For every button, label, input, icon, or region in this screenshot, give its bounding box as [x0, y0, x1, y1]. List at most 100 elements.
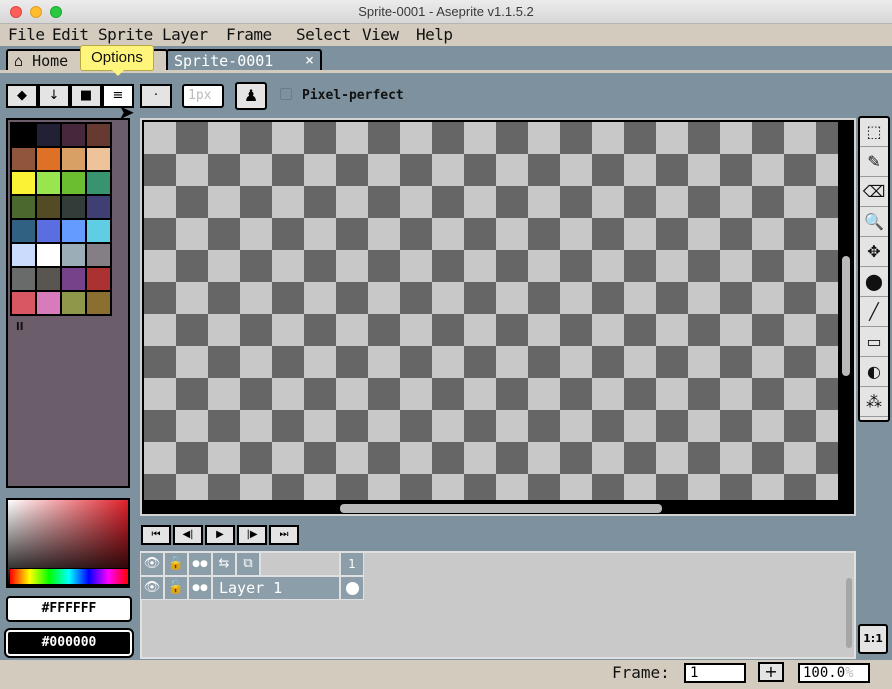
palette-swatch[interactable]	[36, 147, 61, 171]
menu-frame[interactable]: Frame	[226, 25, 272, 44]
minimize-window-button[interactable]	[30, 6, 42, 18]
palette-swatch[interactable]	[11, 147, 36, 171]
pencil-icon[interactable]: ✎	[860, 148, 888, 177]
next-frame-button[interactable]: |▶	[237, 525, 267, 545]
line-icon[interactable]: ╱	[860, 298, 888, 327]
palette-swatch[interactable]	[11, 171, 36, 195]
palette-swatch[interactable]	[86, 267, 111, 291]
palette-swatch[interactable]	[61, 123, 86, 147]
pixel-perfect-checkbox[interactable]	[280, 88, 292, 100]
palette-swatch[interactable]	[36, 195, 61, 219]
palette-swatch[interactable]	[86, 219, 111, 243]
layer-lock-icon[interactable]: 🔓	[164, 576, 188, 600]
palette-swatch[interactable]	[36, 291, 61, 315]
onion-skin-icon[interactable]: ⧉	[236, 552, 260, 576]
paint-bucket-icon[interactable]: ⬤	[860, 268, 888, 297]
palette-swatch[interactable]	[61, 243, 86, 267]
rectangle-icon[interactable]: ▭	[860, 328, 888, 357]
palette-swatch[interactable]	[36, 267, 61, 291]
home-icon: ⌂	[14, 52, 24, 70]
continuous-header-icon[interactable]: ●●	[188, 552, 212, 576]
mouse-cursor-icon: ➤	[118, 100, 135, 124]
layer-visibility-icon[interactable]: 👁	[140, 576, 164, 600]
maximize-window-button[interactable]	[50, 6, 62, 18]
selection-add-button[interactable]: ↓	[38, 84, 70, 108]
palette-swatch[interactable]	[61, 267, 86, 291]
close-window-button[interactable]	[10, 6, 22, 18]
palette-swatch[interactable]	[86, 195, 111, 219]
rectangular-marquee-icon[interactable]: ⬚	[860, 118, 888, 147]
sprite-canvas[interactable]	[144, 122, 838, 500]
timeline-scrollbar[interactable]	[846, 578, 852, 648]
layer-continuous-icon[interactable]: ●●	[188, 576, 212, 600]
selection-subtract-button[interactable]: ■	[70, 84, 102, 108]
visibility-header-icon[interactable]: 👁	[140, 552, 164, 576]
palette-swatch[interactable]	[61, 171, 86, 195]
palette-swatch[interactable]	[86, 147, 111, 171]
cel[interactable]	[340, 576, 364, 600]
move-icon[interactable]: ✥	[860, 238, 888, 267]
zoom-unit: %	[845, 665, 854, 681]
palette-swatch[interactable]	[86, 243, 111, 267]
menu-help[interactable]: Help	[416, 25, 453, 44]
tab-home-label: Home	[32, 52, 69, 70]
palette-swatch[interactable]	[61, 291, 86, 315]
frame-label: Frame:	[612, 663, 670, 682]
zoom-reset-button[interactable]: 1:1	[858, 624, 888, 654]
layer-name[interactable]: Layer 1	[212, 576, 340, 600]
palette-swatch[interactable]	[11, 123, 36, 147]
palette-grid	[10, 122, 112, 316]
ink-button[interactable]: ♟	[235, 82, 267, 110]
tab-sprite[interactable]: Sprite-0001 ×	[166, 49, 322, 71]
options-tooltip: Options	[80, 45, 154, 76]
zoom-input[interactable]: 100.0%	[798, 663, 870, 683]
contour-icon[interactable]: ◐	[860, 358, 888, 387]
hue-slider[interactable]	[10, 568, 128, 584]
eraser-icon[interactable]: ⌫	[860, 178, 888, 207]
window-title: Sprite-0001 - Aseprite v1.1.5.2	[358, 4, 534, 19]
palette-swatch[interactable]	[36, 243, 61, 267]
palette-swatch[interactable]	[11, 267, 36, 291]
foreground-color-button[interactable]: #FFFFFF	[6, 596, 132, 622]
brush-size-input[interactable]: 1px	[182, 84, 224, 108]
selection-replace-button[interactable]: ◆	[6, 84, 38, 108]
palette-resize-handle[interactable]: ll	[16, 320, 24, 333]
palette-swatch[interactable]	[36, 123, 61, 147]
link-cels-icon[interactable]: ⇆	[212, 552, 236, 576]
palette-swatch[interactable]	[86, 123, 111, 147]
background-color-button[interactable]: #000000	[4, 628, 134, 658]
frame-input[interactable]: 1	[684, 663, 746, 683]
menu-file[interactable]: File	[8, 25, 45, 44]
palette-swatch[interactable]	[36, 171, 61, 195]
vertical-scrollbar[interactable]	[842, 256, 850, 376]
close-icon[interactable]: ×	[305, 51, 314, 69]
horizontal-scrollbar[interactable]	[340, 504, 662, 513]
frame-header[interactable]: 1	[340, 552, 364, 576]
menu-view[interactable]: View	[362, 25, 399, 44]
palette-swatch[interactable]	[61, 195, 86, 219]
zoom-icon[interactable]: 🔍	[860, 208, 888, 237]
cel-icon	[346, 582, 359, 595]
play-button[interactable]: ▶	[205, 525, 235, 545]
spray-icon[interactable]: ⁂	[860, 388, 888, 417]
palette-swatch[interactable]	[61, 219, 86, 243]
palette-swatch[interactable]	[86, 171, 111, 195]
menu-select[interactable]: Select	[296, 25, 351, 44]
palette-swatch[interactable]	[11, 243, 36, 267]
first-frame-button[interactable]: ⏮	[141, 525, 171, 545]
palette-swatch[interactable]	[86, 291, 111, 315]
palette-swatch[interactable]	[36, 219, 61, 243]
brush-type-button[interactable]: ·	[140, 84, 172, 108]
last-frame-button[interactable]: ⏭	[269, 525, 299, 545]
lock-header-icon[interactable]: 🔒	[164, 552, 188, 576]
add-frame-button[interactable]: +	[758, 662, 784, 682]
palette-swatch[interactable]	[11, 219, 36, 243]
menu-edit[interactable]: Edit	[52, 25, 89, 44]
timeline-header-spacer	[260, 552, 340, 576]
menu-layer[interactable]: Layer	[162, 25, 208, 44]
previous-frame-button[interactable]: ◀|	[173, 525, 203, 545]
palette-swatch[interactable]	[11, 291, 36, 315]
palette-swatch[interactable]	[11, 195, 36, 219]
palette-swatch[interactable]	[61, 147, 86, 171]
menu-sprite[interactable]: Sprite	[98, 25, 153, 44]
